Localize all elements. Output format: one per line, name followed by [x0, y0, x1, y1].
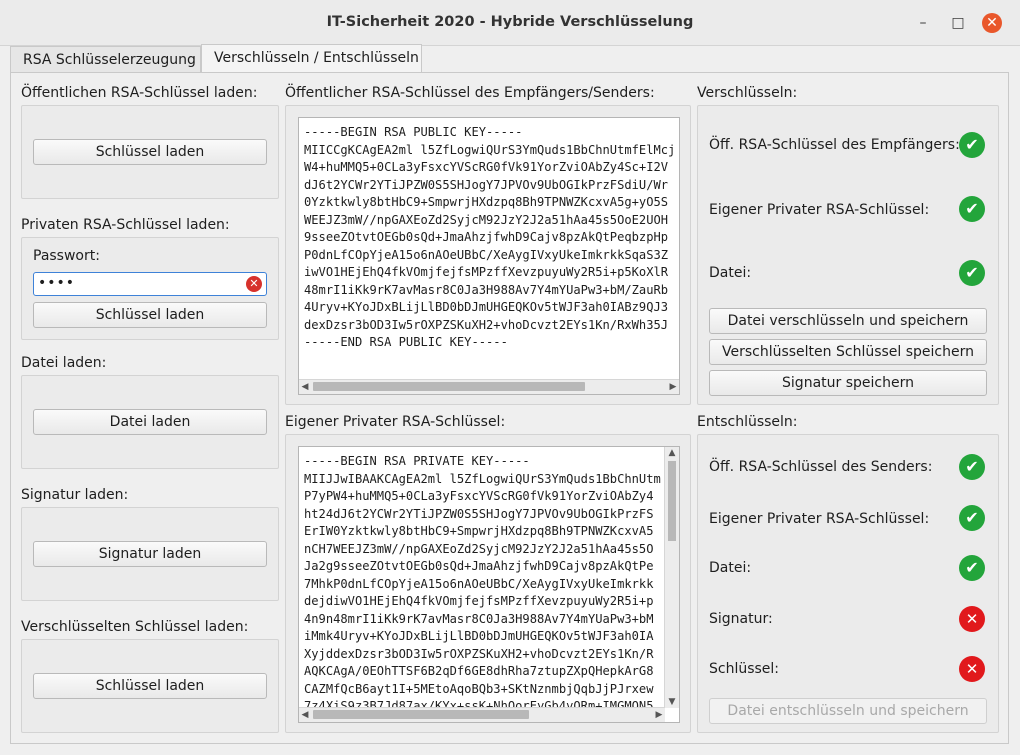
signature-label: Signatur:	[709, 611, 773, 627]
window-title: IT-Sicherheit 2020 - Hybride Verschlüsse…	[326, 14, 694, 30]
password-value: ••••	[38, 275, 76, 291]
app-window: IT-Sicherheit 2020 - Hybride Verschlüsse…	[0, 0, 1020, 755]
close-window-icon[interactable]: ✕	[982, 13, 1002, 33]
clear-field-icon[interactable]: ✕	[246, 276, 262, 292]
password-label: Passwort:	[33, 248, 100, 264]
file-label: Datei:	[709, 560, 752, 576]
load-file-button[interactable]: Datei laden	[33, 409, 267, 435]
private-key-text: -----BEGIN RSA PRIVATE KEY----- MIIJJwIB…	[304, 454, 661, 722]
maximize-icon[interactable]: □	[948, 13, 968, 33]
file-load-heading: Datei laden:	[21, 355, 107, 371]
title-bar: IT-Sicherheit 2020 - Hybride Verschlüsse…	[0, 0, 1020, 46]
scroll-left-icon[interactable]: ◀	[299, 708, 311, 722]
private-key-load-group: Passwort: •••• ✕ Schlüssel laden	[21, 237, 279, 340]
file-load-group: Datei laden	[21, 375, 279, 469]
scroll-left-icon[interactable]: ◀	[299, 380, 311, 394]
vertical-scrollbar-thumb[interactable]	[668, 461, 676, 541]
tab-encrypt-decrypt[interactable]: Verschlüsseln / Entschlüsseln	[201, 44, 422, 73]
load-public-key-button[interactable]: Schlüssel laden	[33, 139, 267, 165]
decrypt-save-file-button[interactable]: Datei entschlüsseln und speichern	[709, 698, 987, 724]
minimize-icon[interactable]: –	[913, 13, 933, 33]
scrollbar-thumb[interactable]	[313, 710, 529, 719]
scroll-down-icon[interactable]: ▼	[665, 696, 679, 708]
scrollbar-thumb[interactable]	[313, 382, 585, 391]
scroll-right-icon[interactable]: ▶	[667, 380, 679, 394]
password-field[interactable]: •••• ✕	[33, 272, 267, 296]
save-encrypted-key-button[interactable]: Verschlüsselten Schlüssel speichern	[709, 339, 987, 365]
public-key-textarea[interactable]: -----BEGIN RSA PUBLIC KEY----- MIICCgKCA…	[298, 117, 680, 395]
own-private-key-label: Eigener Privater RSA-Schlüssel:	[709, 202, 930, 218]
check-icon: ✔	[959, 260, 985, 286]
public-key-horizontal-scrollbar[interactable]: ◀ ▶	[299, 379, 679, 394]
file-label: Datei:	[709, 265, 752, 281]
encrypted-key-load-heading: Verschlüsselten Schlüssel laden:	[21, 619, 249, 635]
public-key-text-group: -----BEGIN RSA PUBLIC KEY----- MIICCgKCA…	[285, 105, 691, 405]
public-key-text: -----BEGIN RSA PUBLIC KEY----- MIICCgKCA…	[304, 125, 676, 349]
error-icon: ✕	[959, 606, 985, 632]
check-icon: ✔	[959, 555, 985, 581]
recipient-key-label: Öff. RSA-Schlüssel des Empfängers:	[709, 137, 960, 153]
check-icon: ✔	[959, 454, 985, 480]
scroll-up-icon[interactable]: ▲	[665, 447, 679, 459]
private-key-text-heading: Eigener Privater RSA-Schlüssel:	[285, 414, 506, 430]
decrypt-group: Öff. RSA-Schlüssel des Senders: ✔ Eigene…	[697, 434, 999, 733]
public-key-load-heading: Öffentlichen RSA-Schlüssel laden:	[21, 85, 258, 101]
private-key-text-group: -----BEGIN RSA PRIVATE KEY----- MIIJJwIB…	[285, 434, 691, 733]
public-key-load-group: Schlüssel laden	[21, 105, 279, 199]
load-encrypted-key-button[interactable]: Schlüssel laden	[33, 673, 267, 699]
private-key-vertical-scrollbar[interactable]: ▲ ▼	[664, 447, 679, 708]
private-key-load-heading: Privaten RSA-Schlüssel laden:	[21, 217, 230, 233]
encrypt-heading: Verschlüsseln:	[697, 85, 798, 101]
save-signature-button[interactable]: Signatur speichern	[709, 370, 987, 396]
scroll-right-icon[interactable]: ▶	[653, 708, 665, 722]
key-label: Schlüssel:	[709, 661, 780, 677]
sender-key-label: Öff. RSA-Schlüssel des Senders:	[709, 459, 933, 475]
private-key-textarea[interactable]: -----BEGIN RSA PRIVATE KEY----- MIIJJwIB…	[298, 446, 680, 723]
decrypt-heading: Entschlüsseln:	[697, 414, 798, 430]
encrypt-save-file-button[interactable]: Datei verschlüsseln und speichern	[709, 308, 987, 334]
encrypt-group: Öff. RSA-Schlüssel des Empfängers: ✔ Eig…	[697, 105, 999, 405]
signature-load-group: Signatur laden	[21, 507, 279, 601]
load-private-key-button[interactable]: Schlüssel laden	[33, 302, 267, 328]
tab-rsa-key-generation[interactable]: RSA Schlüsselerzeugung	[10, 46, 201, 73]
error-icon: ✕	[959, 656, 985, 682]
own-private-key-label: Eigener Privater RSA-Schlüssel:	[709, 511, 930, 527]
public-key-text-heading: Öffentlicher RSA-Schlüssel des Empfänger…	[285, 85, 655, 101]
encrypted-key-load-group: Schlüssel laden	[21, 639, 279, 733]
signature-load-heading: Signatur laden:	[21, 487, 129, 503]
check-icon: ✔	[959, 505, 985, 531]
load-signature-button[interactable]: Signatur laden	[33, 541, 267, 567]
private-key-horizontal-scrollbar[interactable]: ◀ ▶	[299, 707, 665, 722]
check-icon: ✔	[959, 196, 985, 222]
check-icon: ✔	[959, 132, 985, 158]
